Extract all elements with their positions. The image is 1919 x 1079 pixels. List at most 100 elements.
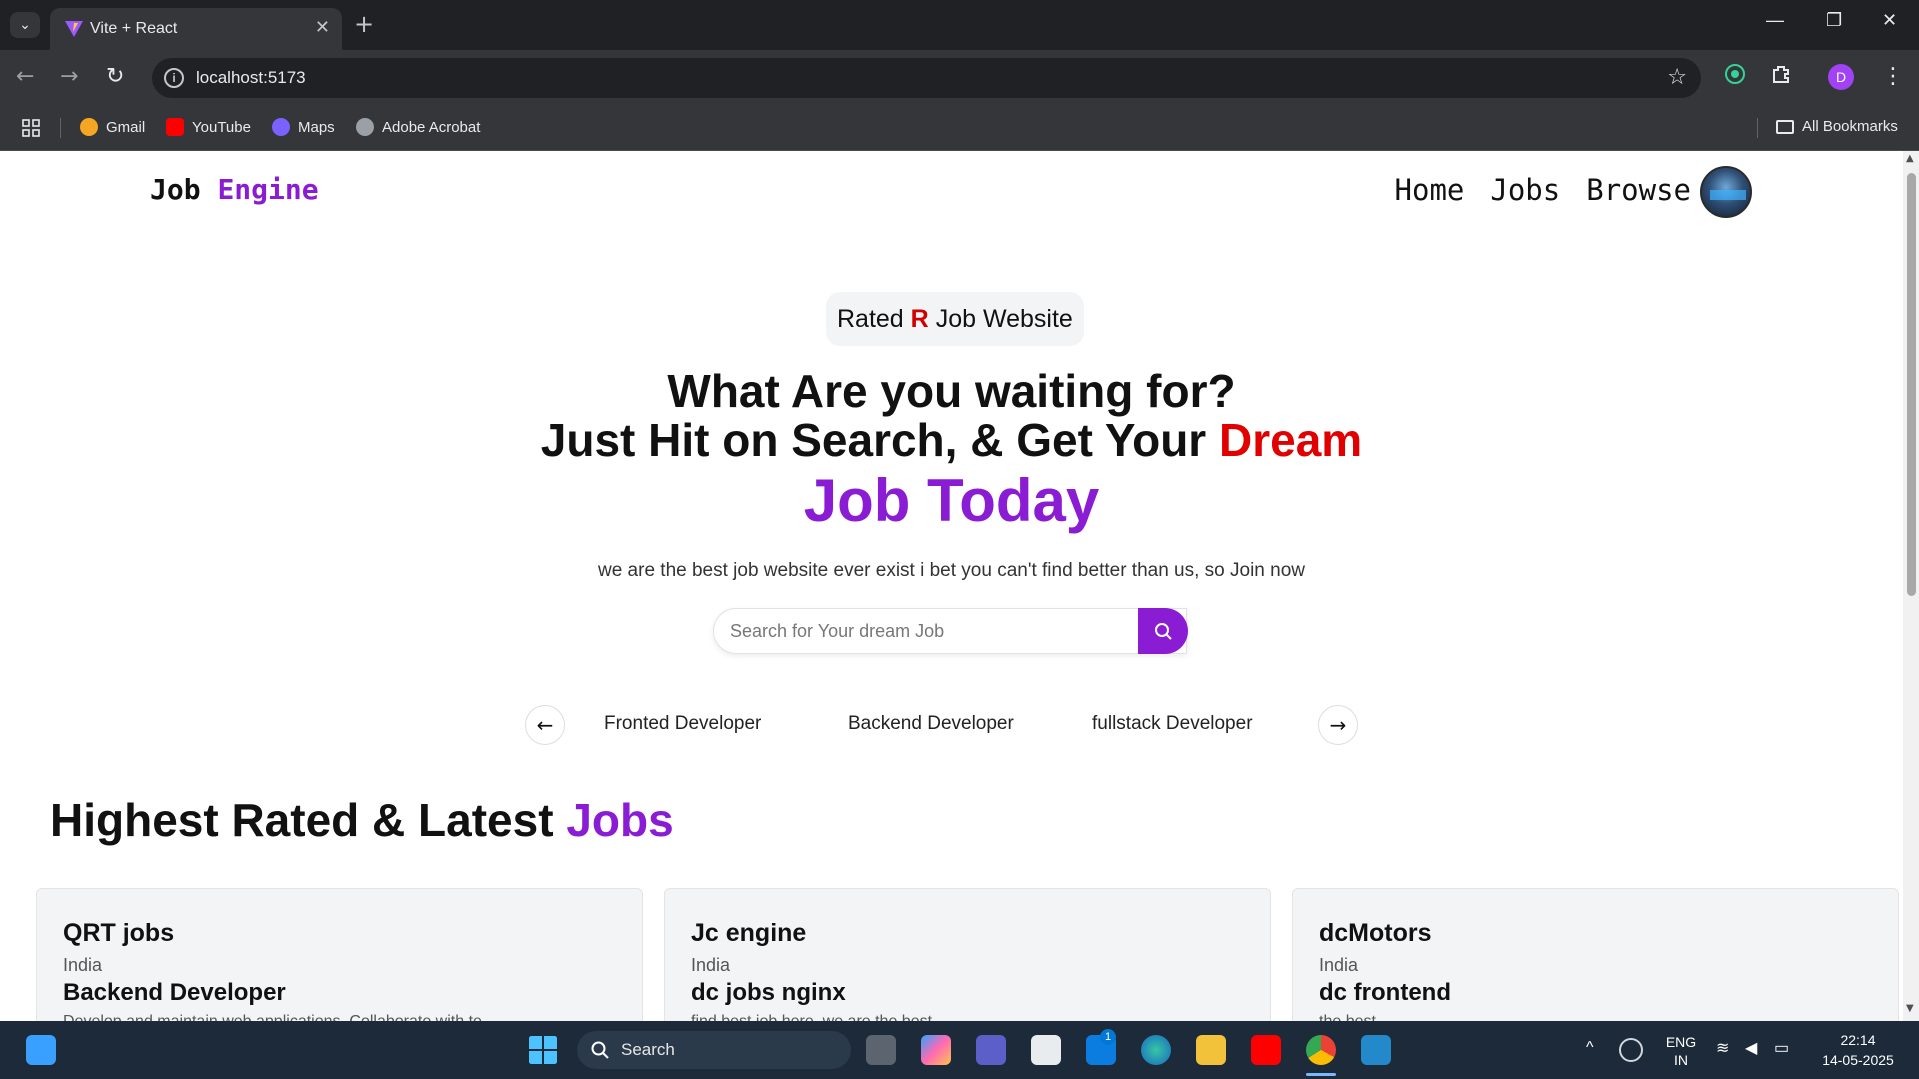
taskbar-search[interactable]: Search — [577, 1031, 851, 1069]
arrow-left-icon: ← — [536, 713, 554, 737]
store-icon[interactable] — [1031, 1035, 1061, 1065]
taskbar-search-label: Search — [621, 1040, 675, 1059]
vite-favicon-icon — [65, 21, 83, 37]
job-company: dcMotors — [1319, 919, 1432, 947]
tray-chevron-icon[interactable]: ^ — [1586, 1039, 1594, 1057]
bookmark-label: Adobe Acrobat — [382, 118, 481, 136]
battery-icon[interactable]: ▭ — [1774, 1038, 1789, 1058]
job-company: Jc engine — [691, 919, 807, 947]
extensions-puzzle-icon[interactable] — [1770, 63, 1792, 85]
logo-accent-text: Engine — [217, 173, 319, 206]
youtube-app-icon[interactable] — [1251, 1035, 1281, 1065]
bookmark-star-icon[interactable]: ☆ — [1667, 65, 1687, 90]
bookmark-divider — [1757, 118, 1758, 138]
minimize-icon[interactable]: — — [1766, 10, 1784, 31]
category-item[interactable]: Fronted Developer — [604, 713, 761, 735]
scroll-thumb[interactable] — [1907, 173, 1916, 596]
copilot-icon[interactable] — [921, 1035, 951, 1065]
section-title-text: Highest Rated & Latest — [50, 794, 554, 846]
all-bookmarks[interactable]: All Bookmarks — [1776, 118, 1898, 135]
hero-subtitle: we are the best job website ever exist i… — [597, 560, 1306, 581]
notification-badge: 1 — [1100, 1029, 1116, 1045]
tab-strip: ⌄ Vite + React ✕ + — ❐ ✕ — [0, 0, 1919, 50]
section-title: Highest Rated & Latest Jobs — [50, 793, 674, 847]
address-bar[interactable]: i localhost:5173 ☆ — [152, 58, 1701, 98]
volume-icon[interactable]: ◀ — [1745, 1038, 1757, 1058]
window-close-icon[interactable]: ✕ — [1882, 10, 1897, 31]
bookmark-divider — [60, 118, 61, 138]
search-icon — [591, 1041, 609, 1059]
chrome-icon[interactable] — [1306, 1035, 1336, 1065]
job-card[interactable]: QRT jobs India Backend Developer Develop… — [36, 888, 643, 1021]
sync-icon[interactable] — [1619, 1038, 1643, 1062]
job-search-box — [713, 608, 1187, 654]
vscode-icon[interactable] — [1361, 1035, 1391, 1065]
job-company: QRT jobs — [63, 919, 175, 947]
main-nav: Home Jobs Browse — [1395, 173, 1691, 207]
carousel-prev-button[interactable]: ← — [525, 705, 565, 745]
edge-icon[interactable] — [1141, 1035, 1171, 1065]
search-icon — [1155, 623, 1172, 640]
gmail-icon — [80, 118, 98, 136]
browser-tab[interactable]: Vite + React ✕ — [50, 8, 342, 50]
lang-top: ENG — [1665, 1034, 1697, 1050]
tab-title: Vite + React — [90, 20, 178, 37]
file-explorer-icon[interactable] — [1196, 1035, 1226, 1065]
badge-text: Rated — [837, 305, 904, 333]
bookmark-youtube[interactable]: YouTube — [166, 118, 251, 136]
globe-icon — [356, 118, 374, 136]
tab-close-icon[interactable]: ✕ — [315, 17, 330, 38]
apps-grid-icon[interactable] — [22, 119, 40, 137]
bookmark-label: Gmail — [106, 118, 146, 136]
scroll-up-icon[interactable]: ▲ — [1906, 153, 1914, 164]
page-scrollbar[interactable]: ▲ ▼ — [1903, 151, 1919, 1021]
language-indicator[interactable]: ENG IN — [1664, 1033, 1698, 1069]
carousel-next-button[interactable]: → — [1318, 705, 1358, 745]
bookmark-adobe-acrobat[interactable]: Adobe Acrobat — [356, 118, 480, 136]
nav-home[interactable]: Home — [1395, 173, 1465, 207]
menu-kebab-icon[interactable]: ⋮ — [1882, 64, 1904, 89]
extension-target-icon[interactable] — [1724, 63, 1746, 85]
bookmark-label: YouTube — [192, 118, 251, 136]
job-description: find best job here, we are the best — [691, 1013, 932, 1021]
clock[interactable]: 22:14 14-05-2025 — [1810, 1030, 1906, 1070]
teams-icon[interactable] — [976, 1035, 1006, 1065]
category-item[interactable]: Backend Developer — [848, 713, 1014, 735]
nav-browse[interactable]: Browse — [1586, 173, 1691, 207]
profile-avatar[interactable]: D — [1828, 64, 1854, 90]
scroll-down-icon[interactable]: ▼ — [1906, 1003, 1914, 1014]
badge-text: Job Website — [935, 305, 1073, 333]
restore-icon[interactable]: ❐ — [1826, 10, 1842, 31]
nav-jobs[interactable]: Jobs — [1490, 173, 1560, 207]
windows-start-icon[interactable] — [528, 1035, 558, 1065]
folder-icon — [1776, 119, 1794, 134]
new-tab-icon[interactable]: + — [354, 10, 374, 38]
bookmark-maps[interactable]: Maps — [272, 118, 335, 136]
address-url[interactable]: localhost:5173 — [196, 68, 306, 88]
bookmark-gmail[interactable]: Gmail — [80, 118, 145, 136]
forward-icon[interactable]: → — [60, 64, 78, 89]
widgets-icon[interactable] — [26, 1035, 56, 1065]
youtube-icon — [166, 118, 184, 136]
lang-bottom: IN — [1674, 1052, 1688, 1068]
back-icon[interactable]: ← — [16, 64, 34, 89]
job-location: India — [1319, 955, 1359, 975]
search-input[interactable] — [714, 609, 1139, 653]
category-item[interactable]: fullstack Developer — [1092, 713, 1253, 735]
job-title: dc frontend — [1319, 979, 1451, 1006]
reload-icon[interactable]: ↻ — [106, 64, 124, 89]
active-app-indicator — [1306, 1073, 1336, 1076]
job-card[interactable]: dcMotors India dc frontend the best — [1292, 888, 1899, 1021]
wifi-icon[interactable]: ≋ — [1716, 1038, 1729, 1058]
job-card[interactable]: Jc engine India dc jobs nginx find best … — [664, 888, 1271, 1021]
task-view-icon[interactable] — [866, 1035, 896, 1065]
badge-r: R — [910, 305, 929, 333]
user-avatar[interactable] — [1700, 166, 1752, 218]
site-logo[interactable]: Job Engine — [150, 173, 319, 206]
hero-heading-line3: Job Today — [803, 467, 1100, 534]
browser-chrome: ⌄ Vite + React ✕ + — ❐ ✕ ← → ↻ i localho… — [0, 0, 1919, 151]
tab-search-button[interactable]: ⌄ — [10, 12, 40, 38]
search-button[interactable] — [1138, 608, 1188, 654]
site-info-icon[interactable]: i — [164, 68, 184, 88]
job-title: Backend Developer — [63, 979, 286, 1006]
